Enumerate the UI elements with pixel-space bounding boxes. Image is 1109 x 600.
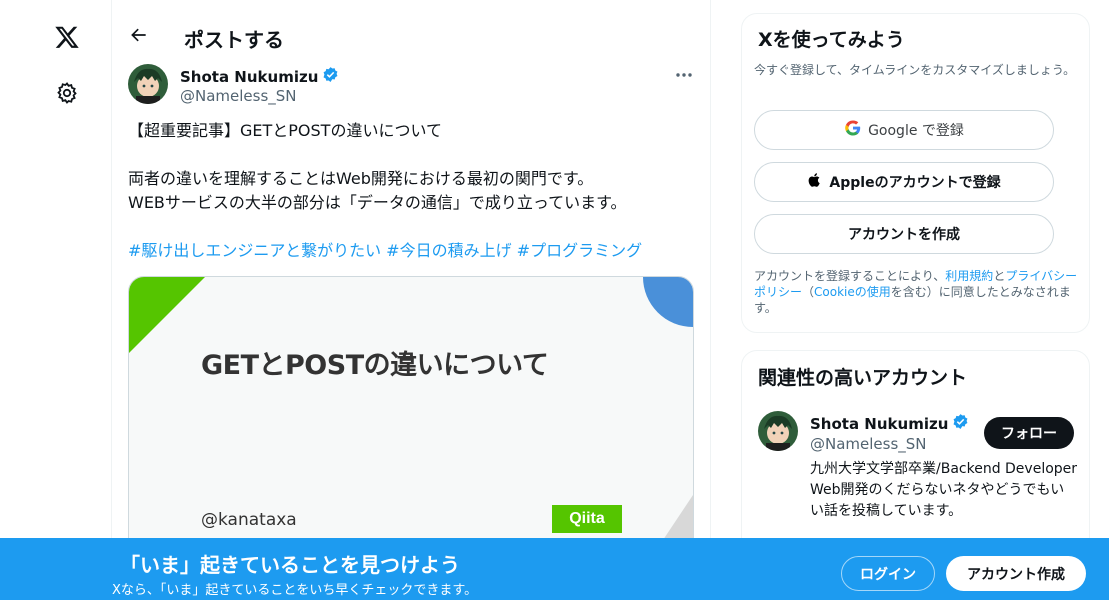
post-text-line: 両者の違いを理解することはWeb開発における最初の関門です。 bbox=[128, 169, 594, 188]
post-text-line: WEBサービスの大半の部分は「データの通信」で成り立っています。 bbox=[128, 193, 627, 212]
cookie-link[interactable]: Cookieの使用 bbox=[814, 285, 891, 299]
follow-button[interactable]: フォロー bbox=[984, 417, 1074, 449]
card-title: GETとPOSTの違いについて bbox=[201, 350, 549, 381]
back-arrow-icon[interactable] bbox=[126, 22, 152, 48]
post-text-line: 【超重要記事】GETとPOSTの違いについて bbox=[128, 121, 442, 140]
x-logo-icon[interactable] bbox=[52, 22, 82, 52]
related-account-bio: 九州大学文学部卒業/Backend Developer Web開発のくだらないネ… bbox=[810, 461, 1078, 519]
verified-badge-icon bbox=[952, 413, 969, 434]
signup-title: Xを使ってみよう bbox=[758, 29, 905, 51]
page-title: ポストする bbox=[184, 28, 284, 52]
author-name[interactable]: Shota Nukumizu bbox=[180, 66, 339, 87]
card-blue-corner bbox=[643, 277, 693, 327]
link-card-image[interactable]: GETとPOSTの違いについて @kanataxa Qiita bbox=[128, 276, 694, 556]
related-title: 関連性の高いアカウント bbox=[758, 367, 968, 389]
qiita-logo: Qiita bbox=[552, 505, 622, 533]
terms-paren: （ bbox=[802, 285, 815, 299]
banner-title: 「いま」起きていることを見つけよう bbox=[120, 553, 460, 577]
terms-prefix: アカウントを登録することにより、 bbox=[754, 269, 946, 283]
google-icon bbox=[844, 119, 862, 141]
apple-icon bbox=[807, 171, 823, 193]
avatar[interactable] bbox=[758, 411, 798, 451]
signup-button[interactable]: アカウント作成 bbox=[946, 556, 1086, 591]
apple-signup-label: Appleのアカウントで登録 bbox=[829, 175, 1001, 191]
bottom-signup-banner: 「いま」起きていることを見つけよう Xなら、「いま」起きていることをいち早くチェ… bbox=[0, 538, 1109, 600]
main-column: ポストする Shota Nukumizu @Nameless_SN 【超重要記事… bbox=[112, 0, 711, 600]
signup-subtitle: 今すぐ登録して、タイムラインをカスタマイズしましょう。 bbox=[754, 63, 1076, 77]
terms-and: と bbox=[993, 269, 1006, 283]
google-signup-button[interactable]: Google で登録 bbox=[754, 110, 1054, 150]
login-button[interactable]: ログイン bbox=[841, 556, 935, 591]
related-name-text[interactable]: Shota Nukumizu bbox=[810, 415, 948, 433]
left-nav bbox=[0, 0, 112, 600]
author-name-text[interactable]: Shota Nukumizu bbox=[180, 68, 318, 86]
avatar[interactable] bbox=[128, 64, 168, 104]
post-text: 【超重要記事】GETとPOSTの違いについて 両者の違いを理解することはWeb開… bbox=[128, 119, 698, 263]
banner-subtitle: Xなら、「いま」起きていることをいち早くチェックできます。 bbox=[112, 583, 478, 598]
related-account-handle[interactable]: @Nameless_SN bbox=[810, 435, 927, 453]
terms-link[interactable]: 利用規約 bbox=[945, 269, 993, 283]
signup-panel: Xを使ってみよう 今すぐ登録して、タイムラインをカスタマイズしましょう。 Goo… bbox=[741, 13, 1090, 333]
verified-badge-icon bbox=[322, 66, 339, 87]
apple-signup-button[interactable]: Appleのアカウントで登録 bbox=[754, 162, 1054, 202]
author-handle[interactable]: @Nameless_SN bbox=[180, 87, 297, 105]
top-bar: ポストする bbox=[112, 0, 710, 70]
post-hashtags[interactable]: #駆け出しエンジニアと繋がりたい #今日の積み上げ #プログラミング bbox=[128, 239, 698, 263]
google-signup-label: Google で登録 bbox=[868, 123, 964, 139]
terms-notice: アカウントを登録することにより、利用規約とプライバシーポリシー（Cookieの使… bbox=[754, 268, 1084, 316]
more-options-icon[interactable] bbox=[672, 64, 696, 86]
related-account-name[interactable]: Shota Nukumizu bbox=[810, 413, 969, 434]
create-account-label: アカウントを作成 bbox=[848, 227, 960, 243]
gear-icon[interactable] bbox=[54, 80, 80, 106]
card-green-corner bbox=[129, 277, 205, 353]
card-author: @kanataxa bbox=[201, 510, 297, 530]
create-account-button[interactable]: アカウントを作成 bbox=[754, 214, 1054, 254]
